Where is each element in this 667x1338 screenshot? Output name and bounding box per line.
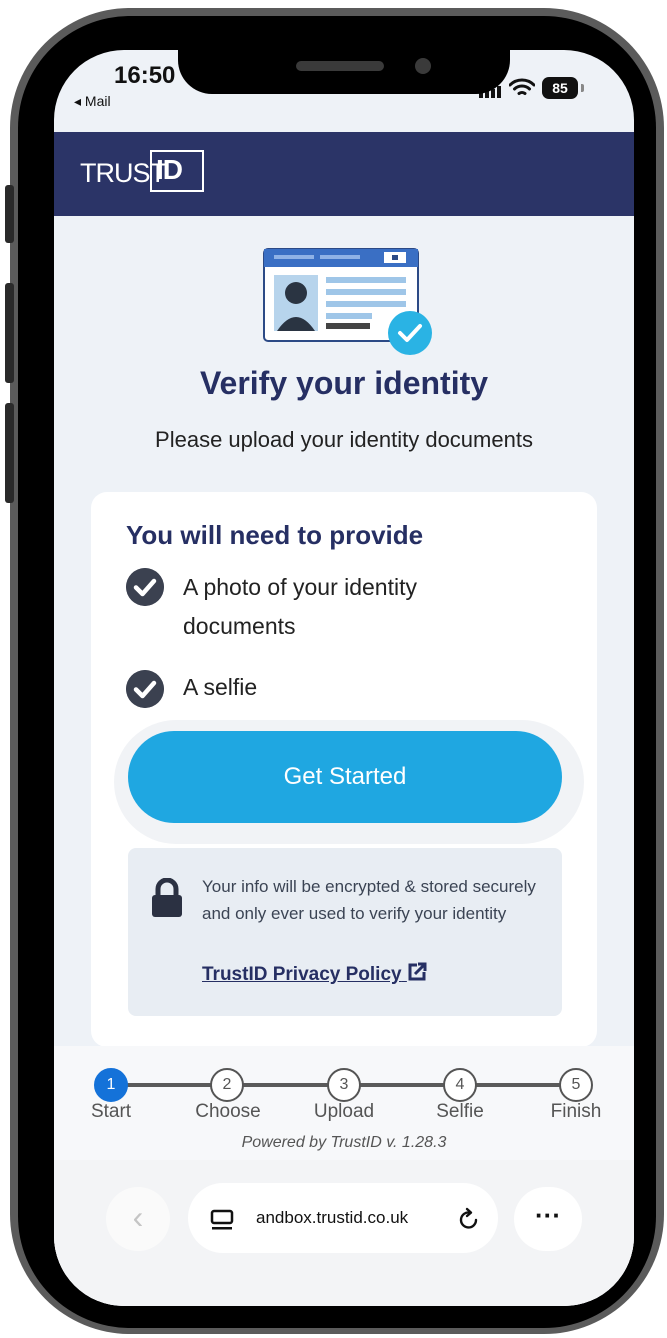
- step-2-label: Choose: [195, 1101, 261, 1122]
- phone-screen: 16:50 ◂ Mail 85 TRUST ID Verify your ide: [54, 50, 634, 1306]
- requirement-item-photo: A photo of your identity documents: [183, 568, 417, 646]
- reload-icon[interactable]: [456, 1207, 482, 1233]
- check-circle-icon: [126, 568, 164, 606]
- chevron-left-icon[interactable]: ‹: [106, 1187, 170, 1251]
- step-3-indicator: 3: [327, 1068, 361, 1102]
- step-5-label: Finish: [550, 1101, 602, 1122]
- logo-id-text: ID: [156, 154, 183, 185]
- lock-icon: [152, 878, 182, 917]
- privacy-policy-label: TrustID Privacy Policy: [202, 964, 402, 985]
- step-1-indicator: 1: [94, 1068, 128, 1102]
- phone-silent-switch: [5, 185, 14, 243]
- requirement-text: A photo of your identity: [183, 574, 417, 600]
- privacy-policy-link[interactable]: TrustID Privacy Policy: [202, 962, 427, 986]
- step-2-indicator: 2: [210, 1068, 244, 1102]
- id-card-icon: [263, 248, 432, 355]
- requirement-item-selfie: A selfie: [183, 668, 257, 707]
- step-4-indicator: 4: [443, 1068, 477, 1102]
- battery-indicator: 85: [542, 77, 578, 99]
- page-title: Verify your identity: [199, 365, 489, 401]
- battery-tip: [581, 84, 584, 92]
- requirement-text: documents: [183, 613, 296, 639]
- step-3-label: Upload: [313, 1101, 375, 1122]
- external-link-icon: [408, 962, 427, 981]
- step-1-label: Start: [90, 1101, 132, 1122]
- security-info-text: Your info will be encrypted & stored sec…: [202, 877, 536, 923]
- more-dots-icon[interactable]: ···: [514, 1187, 582, 1251]
- url-text[interactable]: andbox.trustid.co.uk: [256, 1208, 408, 1228]
- wifi-icon: [509, 78, 535, 95]
- phone-camera: [415, 58, 431, 74]
- step-5-indicator: 5: [559, 1068, 593, 1102]
- check-circle-icon: [126, 670, 164, 708]
- site-header: TRUST ID: [54, 132, 634, 216]
- phone-speaker: [296, 61, 384, 71]
- requirements-heading: You will need to provide: [126, 520, 424, 550]
- page-subtitle: Please upload your identity documents: [155, 427, 533, 452]
- powered-by-text: Powered by TrustID v. 1.28.3: [241, 1134, 447, 1151]
- phone-volume-down: [5, 403, 14, 503]
- requirement-text: A selfie: [183, 674, 258, 700]
- phone-volume-up: [5, 283, 14, 383]
- step-4-label: Selfie: [436, 1101, 484, 1122]
- get-started-button[interactable]: Get Started: [128, 731, 562, 823]
- page-tab-icon[interactable]: [210, 1209, 234, 1231]
- back-to-mail-link[interactable]: ◂ Mail: [74, 93, 111, 110]
- status-time: 16:50: [114, 62, 176, 89]
